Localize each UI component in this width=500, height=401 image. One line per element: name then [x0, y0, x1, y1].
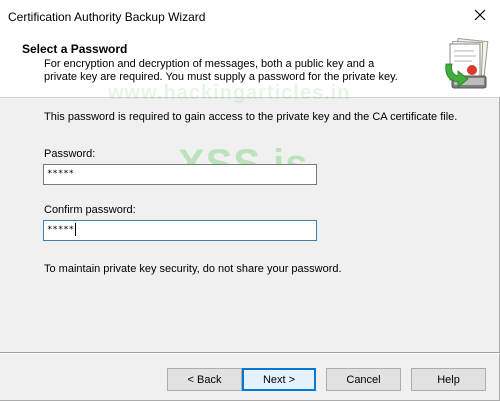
window-title: Certification Authority Backup Wizard — [8, 10, 206, 24]
help-button[interactable]: Help — [411, 368, 486, 391]
password-field[interactable]: ***** — [43, 164, 317, 185]
confirm-password-value: ***** — [47, 225, 75, 235]
wizard-window: Certification Authority Backup Wizard Se… — [0, 0, 500, 401]
next-button[interactable]: Next > — [242, 368, 316, 391]
password-label: Password: — [44, 148, 96, 160]
footer-divider — [0, 352, 500, 354]
password-value: ***** — [47, 169, 75, 179]
text-caret — [75, 223, 77, 236]
confirm-password-field[interactable]: ***** — [43, 220, 317, 241]
certificate-backup-icon — [445, 37, 489, 89]
security-note: To maintain private key security, do not… — [44, 263, 342, 275]
page-description: For encryption and decryption of message… — [44, 58, 398, 83]
title-bar: Certification Authority Backup Wizard — [0, 0, 500, 34]
close-icon — [474, 9, 486, 21]
intro-text: This password is required to gain access… — [44, 111, 458, 123]
back-button[interactable]: < Back — [167, 368, 242, 391]
watermark-url: www.hackingarticles.in — [108, 82, 351, 104]
close-button[interactable] — [460, 0, 500, 30]
cancel-button[interactable]: Cancel — [326, 368, 401, 391]
confirm-password-label: Confirm password: — [44, 204, 136, 216]
page-title: Select a Password — [22, 42, 128, 56]
